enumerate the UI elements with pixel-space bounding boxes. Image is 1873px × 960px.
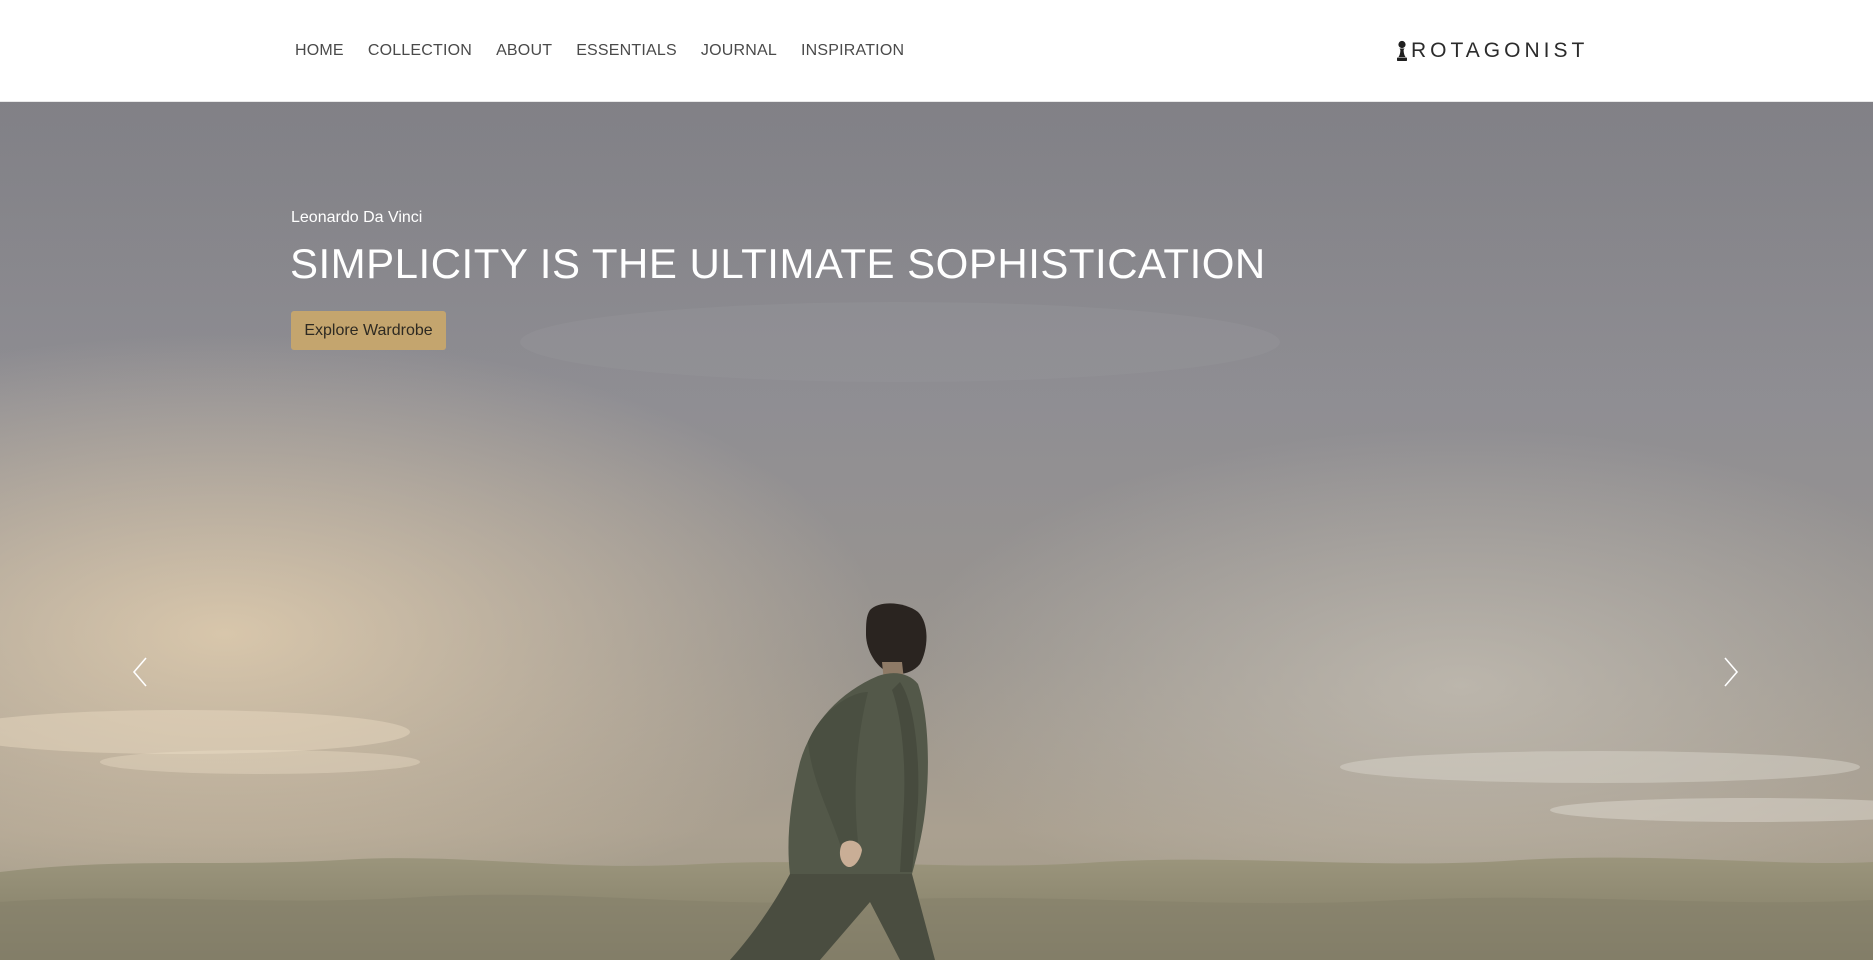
- logo-text: ROTAGONIST: [1411, 39, 1589, 62]
- nav-item-essentials[interactable]: ESSENTIALS: [576, 42, 677, 60]
- nav-item-journal[interactable]: JOURNAL: [701, 42, 777, 60]
- main-nav: HOME COLLECTION ABOUT ESSENTIALS JOURNAL…: [295, 0, 904, 102]
- nav-item-collection[interactable]: COLLECTION: [368, 42, 472, 60]
- chevron-right-icon: [1724, 657, 1739, 687]
- hero-title: SIMPLICITY IS THE ULTIMATE SOPHISTICATIO…: [290, 240, 1266, 287]
- carousel-prev-button[interactable]: [126, 652, 154, 692]
- nav-item-about[interactable]: ABOUT: [496, 42, 552, 60]
- nav-item-home[interactable]: HOME: [295, 42, 344, 60]
- chevron-left-icon: [132, 657, 147, 687]
- carousel-next-button[interactable]: [1717, 652, 1745, 692]
- nav-item-inspiration[interactable]: INSPIRATION: [801, 42, 904, 60]
- hero-background-image: [0, 102, 1873, 960]
- site-logo[interactable]: ROTAGONIST: [1395, 0, 1588, 102]
- site-header: HOME COLLECTION ABOUT ESSENTIALS JOURNAL…: [0, 0, 1873, 102]
- hero-banner: Leonardo Da Vinci SIMPLICITY IS THE ULTI…: [0, 102, 1873, 960]
- quote-author: Leonardo Da Vinci: [291, 209, 423, 226]
- chess-pawn-icon: [1397, 40, 1407, 61]
- explore-wardrobe-button[interactable]: Explore Wardrobe: [291, 311, 446, 350]
